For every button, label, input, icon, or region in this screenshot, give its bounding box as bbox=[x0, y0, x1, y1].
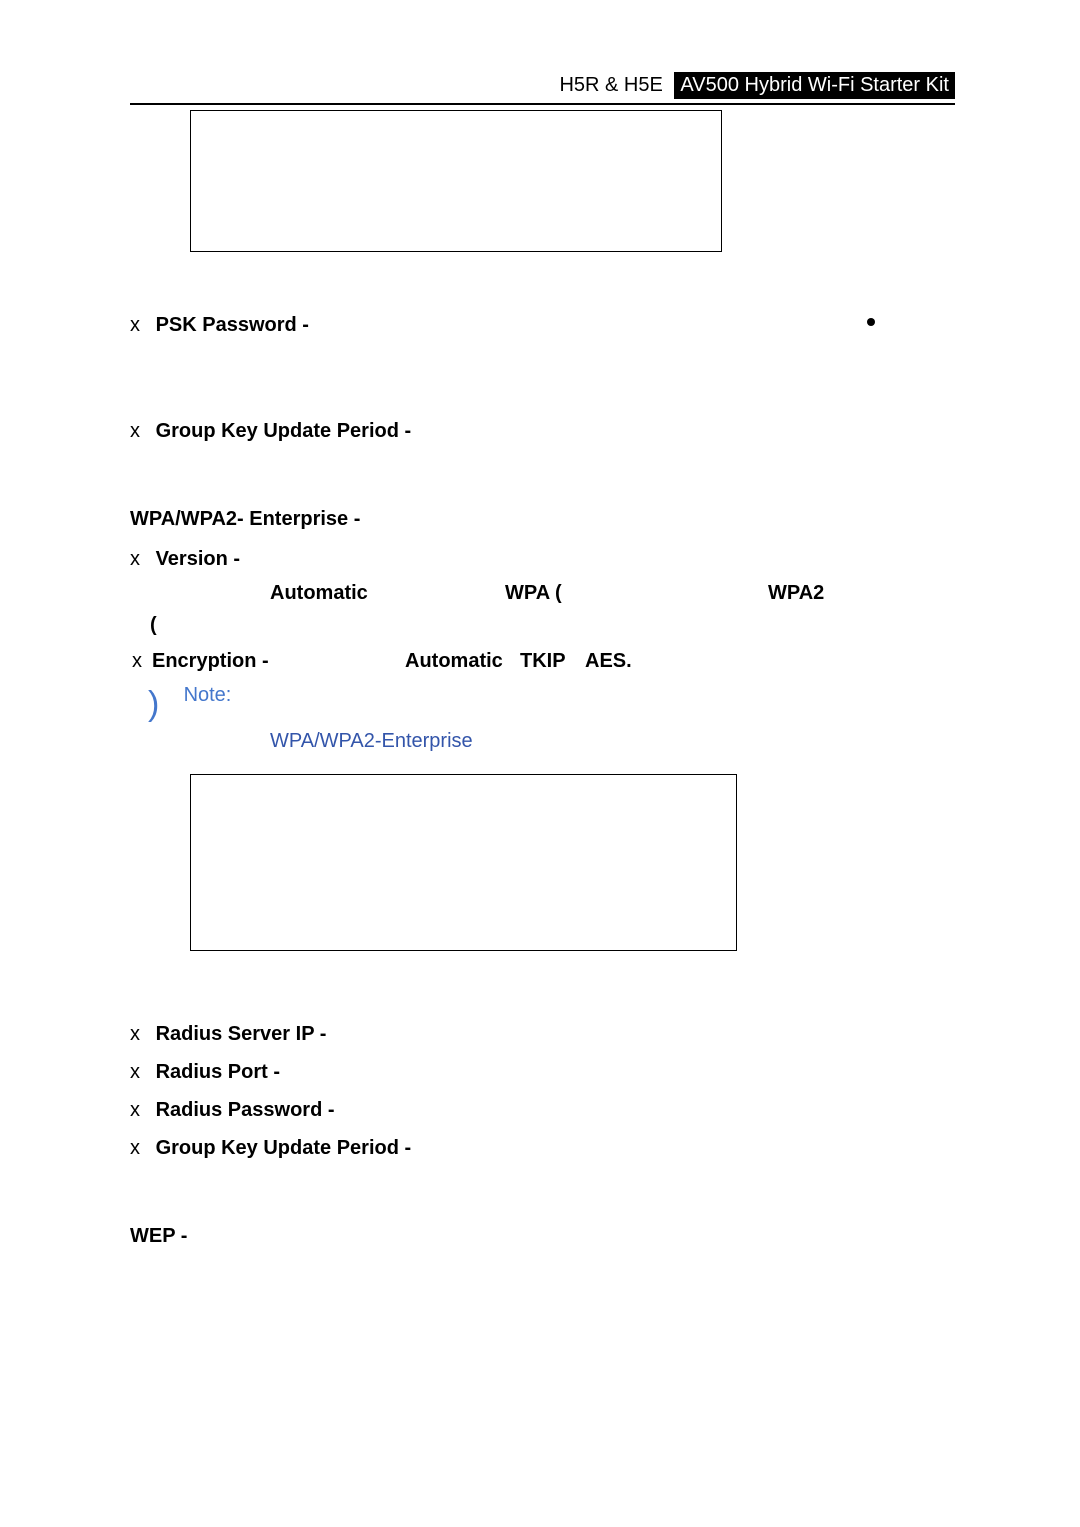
version-label: Version - bbox=[156, 548, 240, 570]
note-row: ) Note: bbox=[130, 682, 955, 726]
header-right-box: AV500 Hybrid Wi-Fi Starter Kit bbox=[674, 72, 955, 99]
bullet-marker: x bbox=[130, 1021, 150, 1047]
psk-password-label: PSK Password - bbox=[156, 314, 309, 336]
version-row: x Version - bbox=[130, 546, 955, 572]
radius-ip-row: x Radius Server IP - bbox=[130, 1021, 955, 1047]
tkip-label: TKIP bbox=[520, 648, 566, 674]
radius-port-label: Radius Port - bbox=[156, 1061, 280, 1083]
encryption-label: Encryption - bbox=[152, 648, 269, 674]
bullet-marker: x bbox=[130, 1097, 150, 1123]
gkup2-row: x Group Key Update Period - bbox=[130, 1135, 955, 1161]
note-link: WPA/WPA2-Enterprise bbox=[270, 730, 473, 752]
bullet-marker: x bbox=[130, 312, 150, 338]
header-left: H5R & H5E bbox=[559, 74, 662, 96]
version-options-row: Automatic WPA ( WPA2 bbox=[130, 580, 955, 606]
gkup-row: x Group Key Update Period - bbox=[130, 418, 955, 444]
note-link-row: WPA/WPA2-Enterprise bbox=[130, 728, 955, 754]
content: x PSK Password - x Group Key Update Peri… bbox=[130, 110, 955, 1249]
note-icon: ) bbox=[148, 682, 178, 726]
page-header: H5R & H5E AV500 Hybrid Wi-Fi Starter Kit bbox=[130, 72, 955, 105]
gkup2-label: Group Key Update Period - bbox=[156, 1137, 412, 1159]
radius-pw-row: x Radius Password - bbox=[130, 1097, 955, 1123]
aes-label: AES. bbox=[585, 648, 632, 674]
paren-row: ( bbox=[130, 612, 955, 638]
automatic-label-1: Automatic bbox=[270, 580, 368, 606]
bullet-icon bbox=[867, 318, 875, 326]
bullet-marker: x bbox=[132, 648, 152, 674]
wpa-ent-label: WPA/WPA2- Enterprise - bbox=[130, 508, 360, 530]
radius-ip-label: Radius Server IP - bbox=[156, 1023, 327, 1045]
gkup-label: Group Key Update Period - bbox=[156, 420, 412, 442]
wpa-ent-row: WPA/WPA2- Enterprise - bbox=[130, 506, 955, 532]
wep-label: WEP - bbox=[130, 1225, 187, 1247]
figure-placeholder-1 bbox=[190, 110, 722, 252]
radius-port-row: x Radius Port - bbox=[130, 1059, 955, 1085]
encryption-row: x Encryption - Automatic TKIP AES. bbox=[130, 648, 955, 674]
bullet-marker: x bbox=[130, 546, 150, 572]
page: H5R & H5E AV500 Hybrid Wi-Fi Starter Kit… bbox=[0, 0, 1080, 1527]
open-paren: ( bbox=[150, 612, 157, 638]
note-label: Note: bbox=[184, 684, 232, 706]
radius-pw-label: Radius Password - bbox=[156, 1099, 335, 1121]
automatic-label-2: Automatic bbox=[405, 648, 503, 674]
figure-placeholder-2 bbox=[190, 774, 737, 951]
bullet-marker: x bbox=[130, 1135, 150, 1161]
bullet-marker: x bbox=[130, 1059, 150, 1085]
psk-password-row: x PSK Password - bbox=[130, 312, 955, 338]
wpa2-label: WPA2 bbox=[768, 580, 824, 606]
bullet-marker: x bbox=[130, 418, 150, 444]
wep-row: WEP - bbox=[130, 1223, 955, 1249]
wpa-label: WPA ( bbox=[505, 580, 562, 606]
